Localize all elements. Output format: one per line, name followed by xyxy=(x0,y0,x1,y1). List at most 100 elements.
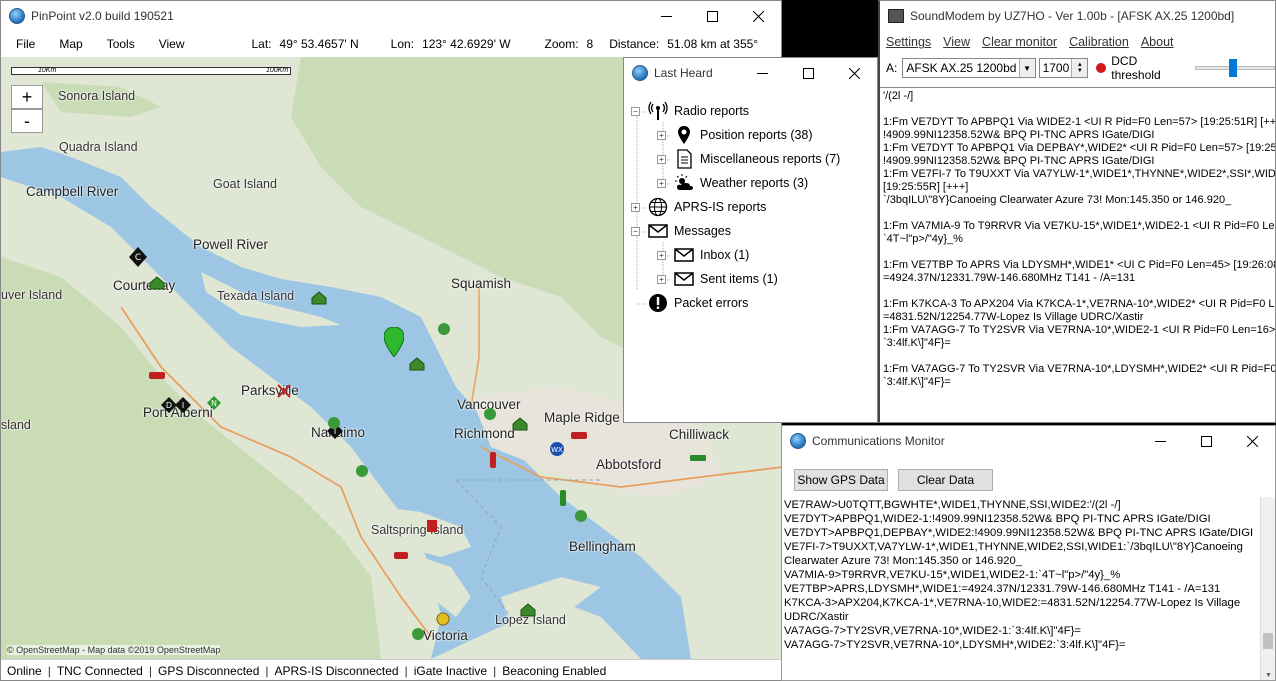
car-marker-icon[interactable] xyxy=(571,430,587,440)
tree-expander[interactable]: − xyxy=(631,106,640,116)
star-marker-icon[interactable] xyxy=(327,416,341,430)
commmon-app-icon xyxy=(790,433,806,449)
tree-item-inbox[interactable]: + Inbox (1) xyxy=(657,243,749,267)
maximize-button[interactable] xyxy=(785,58,831,88)
house-marker-icon[interactable] xyxy=(149,276,165,290)
cross-marker-icon[interactable] xyxy=(276,383,292,399)
star-marker-icon[interactable] xyxy=(437,322,451,336)
star-marker-icon[interactable] xyxy=(411,627,425,641)
close-button[interactable] xyxy=(735,1,781,31)
status-aprs-is: APRS-IS Disconnected xyxy=(274,664,399,678)
selected-location-pin-icon[interactable] xyxy=(384,327,404,357)
person-marker-icon[interactable] xyxy=(558,490,568,506)
tree-item-aprs-is-reports[interactable]: + APRS-IS reports xyxy=(631,195,766,219)
menu-about[interactable]: About xyxy=(1135,35,1180,49)
tree-label: APRS-IS reports xyxy=(674,200,767,214)
tree-label: Radio reports xyxy=(674,104,750,118)
pinpoint-titlebar[interactable]: PinPoint v2.0 build 190521 xyxy=(1,1,781,31)
document-icon xyxy=(674,149,694,169)
map-label-powell: Powell River xyxy=(193,237,269,252)
wx-marker-icon[interactable]: WX xyxy=(549,441,565,457)
close-button[interactable] xyxy=(831,58,877,88)
maximize-button[interactable] xyxy=(689,1,735,31)
zoom-out-button[interactable]: - xyxy=(11,109,43,133)
commmon-titlebar[interactable]: Communications Monitor xyxy=(782,426,1275,456)
tree-item-sent-items[interactable]: + Sent items (1) xyxy=(657,267,778,291)
map-label-campbell: Campbell River xyxy=(26,184,119,199)
log-line: K7KCA-3>APX204,K7KCA-1*,VE7RNA-10,WIDE2:… xyxy=(784,597,1241,609)
map-label-island: sland xyxy=(1,418,31,432)
last-heard-window: Last Heard − Radio reports + Position re… xyxy=(623,57,878,423)
tree-label: Miscellaneous reports (7) xyxy=(700,152,841,166)
tree-item-position-reports[interactable]: + Position reports (38) xyxy=(657,123,813,147)
red-marker-icon[interactable] xyxy=(426,519,438,533)
star-marker-icon[interactable] xyxy=(483,407,497,421)
star-marker-icon[interactable] xyxy=(574,509,588,523)
soundmodem-monitor-log[interactable]: '/(2l -/] 1:Fm VE7DYT To APBPQ1 Via WIDE… xyxy=(880,87,1275,422)
scrollbar-thumb[interactable] xyxy=(1263,633,1273,649)
map-label-abbotsford: Abbotsford xyxy=(596,457,662,472)
house-marker-icon[interactable] xyxy=(409,357,425,371)
tree-expander[interactable]: + xyxy=(657,274,666,284)
car-marker-icon[interactable] xyxy=(394,550,408,560)
frequency-spinner[interactable]: 1700 ▲ ▼ xyxy=(1038,58,1089,78)
menu-calibration[interactable]: Calibration xyxy=(1063,35,1135,49)
mode-select[interactable]: AFSK AX.25 1200bd ▼ xyxy=(902,58,1036,78)
tree-label: Position reports (38) xyxy=(700,128,813,142)
house-marker-icon[interactable] xyxy=(520,603,536,617)
dcd-threshold-slider[interactable] xyxy=(1195,57,1275,79)
menu-clear-monitor[interactable]: Clear monitor xyxy=(976,35,1063,49)
commmon-scrollbar[interactable]: ▼ xyxy=(1260,497,1275,680)
minimize-button[interactable] xyxy=(1137,426,1183,456)
house-marker-icon[interactable] xyxy=(512,417,528,431)
menu-settings[interactable]: Settings xyxy=(880,35,937,49)
tree-expander[interactable]: + xyxy=(631,202,640,212)
digipeater-marker-icon[interactable]: C xyxy=(129,247,147,267)
yellow-marker-icon[interactable] xyxy=(436,612,450,626)
commmon-log[interactable]: VE7RAW>U0TQTT,BGWHTE*,WIDE1,THYNNE,SSI,W… xyxy=(782,497,1262,680)
soundmodem-window: SoundModem by UZ7HO - Ver 1.00b - [AFSK … xyxy=(878,0,1276,423)
tree-expander[interactable]: + xyxy=(657,250,666,260)
log-line: Clearwater Azure 73! Mon:145.350 or 146.… xyxy=(784,555,1023,567)
maximize-button[interactable] xyxy=(1183,426,1229,456)
tree-item-weather-reports[interactable]: + Weather reports (3) xyxy=(657,171,808,195)
menu-view[interactable]: View xyxy=(937,35,976,49)
minimize-icon xyxy=(1154,440,1166,442)
map-label-chilliwack: Chilliwack xyxy=(669,427,730,442)
tree-expander[interactable]: − xyxy=(631,226,640,236)
last-heard-titlebar[interactable]: Last Heard xyxy=(624,58,877,88)
menu-map[interactable]: Map xyxy=(44,37,91,51)
chevron-down-icon: ▼ xyxy=(1018,59,1035,77)
show-gps-data-button[interactable]: Show GPS Data xyxy=(794,469,888,491)
soundmodem-titlebar[interactable]: SoundModem by UZ7HO - Ver 1.00b - [AFSK … xyxy=(880,1,1275,31)
tree-item-packet-errors[interactable]: Packet errors xyxy=(648,291,748,315)
person-marker-icon[interactable] xyxy=(488,452,498,468)
clear-data-button[interactable]: Clear Data xyxy=(898,469,993,491)
car-marker-icon[interactable] xyxy=(149,370,165,380)
tree-expander[interactable]: + xyxy=(657,154,666,164)
scale-small-label: 10Km xyxy=(38,67,57,74)
tree-item-misc-reports[interactable]: + Miscellaneous reports (7) xyxy=(657,147,840,171)
menu-view[interactable]: View xyxy=(144,37,194,51)
minimize-button[interactable] xyxy=(739,58,785,88)
tree-expander[interactable]: + xyxy=(657,178,666,188)
distance-readout: Distance: 51.08 km at 355° xyxy=(609,37,759,51)
house-marker-icon[interactable] xyxy=(311,291,327,305)
menu-tools[interactable]: Tools xyxy=(92,37,144,51)
tree-item-messages[interactable]: − Messages xyxy=(631,219,731,243)
igate-marker-icon[interactable]: I xyxy=(175,397,191,413)
node-marker-icon[interactable]: N xyxy=(207,396,221,410)
close-button[interactable] xyxy=(1229,426,1275,456)
truck-marker-icon[interactable] xyxy=(690,453,706,463)
minimize-button[interactable] xyxy=(643,1,689,31)
scroll-down-icon[interactable]: ▼ xyxy=(1261,672,1275,679)
tree-expander[interactable]: + xyxy=(657,130,666,140)
menu-file[interactable]: File xyxy=(1,37,44,51)
log-line: VE7DYT>APBPQ1,WIDE2-1:!4909.99NI12358.52… xyxy=(784,513,1211,525)
zoom-in-button[interactable]: + xyxy=(11,85,43,109)
tree-label: Weather reports (3) xyxy=(700,176,809,190)
tree-item-radio-reports[interactable]: − Radio reports xyxy=(631,99,749,123)
envelope-icon xyxy=(648,221,668,241)
star-marker-icon[interactable] xyxy=(355,464,369,478)
svg-text:WX: WX xyxy=(551,446,563,454)
